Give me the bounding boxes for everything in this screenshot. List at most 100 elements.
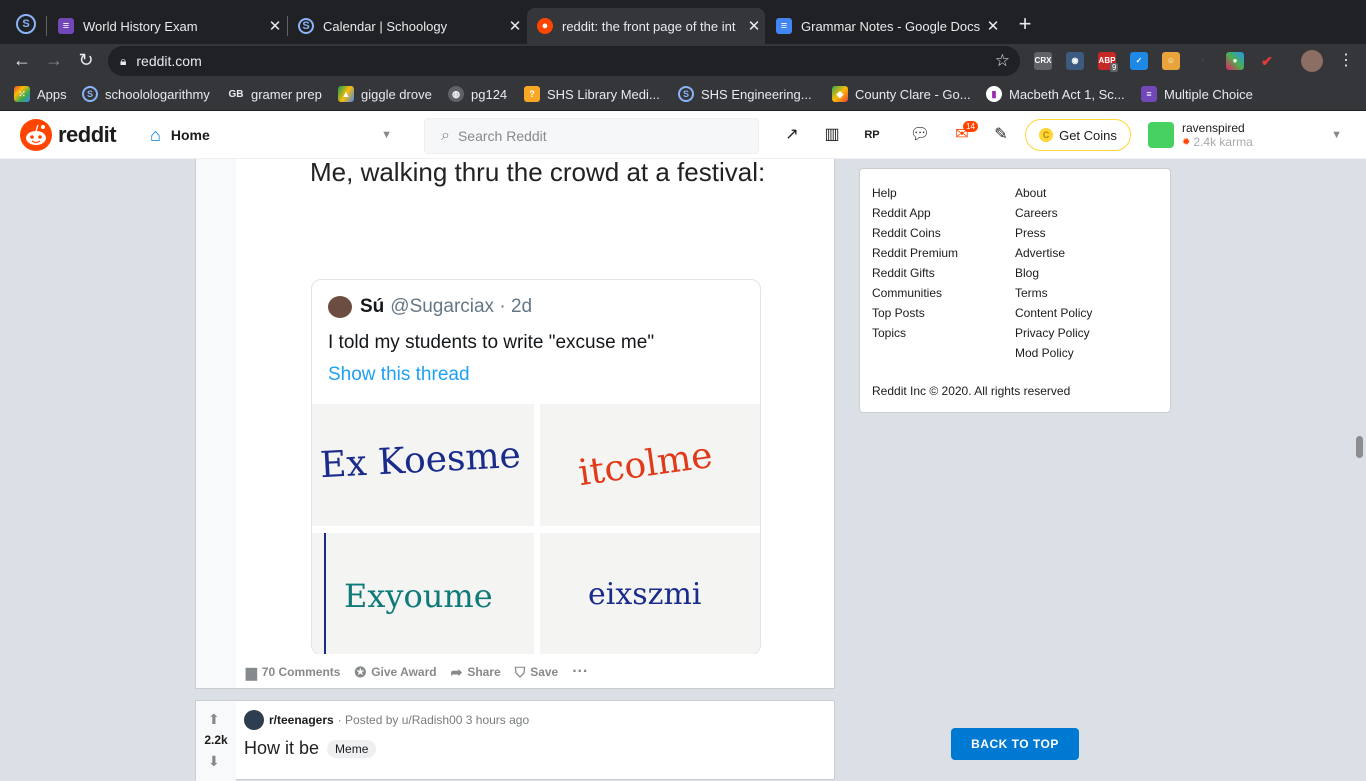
bookmark-gramer-prep[interactable]: GB gramer prep xyxy=(228,85,322,103)
link-content-policy[interactable]: Content Policy xyxy=(1015,303,1092,323)
reload-icon[interactable]: ↻ xyxy=(74,48,98,72)
post-title[interactable]: How it be xyxy=(244,738,319,759)
bookmark-label: SHS Library Medi... xyxy=(547,86,660,102)
link-press[interactable]: Press xyxy=(1015,223,1092,243)
schoology-icon: S xyxy=(82,86,98,102)
checkmark-extension-icon[interactable]: ✓ xyxy=(1130,52,1148,70)
link-top-posts[interactable]: Top Posts xyxy=(872,303,958,323)
rpan-icon[interactable]: RP xyxy=(861,124,883,146)
schoology-pinned-tab[interactable]: S xyxy=(16,14,36,34)
chevron-down-icon: ▼ xyxy=(381,129,392,141)
chat-icon[interactable]: 💬︎ xyxy=(909,124,931,146)
red-check-extension-icon[interactable]: ✔ xyxy=(1258,52,1276,70)
link-terms[interactable]: Terms xyxy=(1015,283,1092,303)
tweet-name: Sú xyxy=(360,296,385,317)
owl-extension-icon[interactable]: ◉ xyxy=(1066,52,1084,70)
bookmark-label: schoolologarithmy xyxy=(105,86,210,102)
upvote-icon[interactable]: ⬆ xyxy=(208,711,220,728)
share-label: Share xyxy=(467,665,501,679)
close-icon[interactable]: ✕ xyxy=(743,17,765,35)
new-tab-button[interactable]: + xyxy=(1014,12,1036,36)
profile-avatar[interactable] xyxy=(1301,50,1323,72)
face-extension-icon[interactable]: ☺ xyxy=(1162,52,1180,70)
more-options-icon[interactable]: ··· xyxy=(572,663,588,681)
create-post-pencil-icon[interactable]: ✎ xyxy=(990,124,1012,146)
bookmark-shs-library[interactable]: ? SHS Library Medi... xyxy=(524,85,660,103)
downvote-icon[interactable]: ⬇ xyxy=(208,753,220,770)
flair-badge[interactable]: Meme xyxy=(327,739,377,758)
reddit-logo[interactable]: reddit xyxy=(20,119,117,151)
comments-label: 70 Comments xyxy=(261,665,341,679)
link-careers[interactable]: Careers xyxy=(1015,203,1092,223)
tweet-handle: @Sugarciax · 2d xyxy=(390,296,533,317)
save-label: Save xyxy=(530,665,559,679)
link-reddit-gifts[interactable]: Reddit Gifts xyxy=(872,263,958,283)
close-icon[interactable]: ✕ xyxy=(982,17,1004,35)
bookmark-label: giggle drove xyxy=(361,86,432,102)
bookmark-giggle-drove[interactable]: ▲ giggle drove xyxy=(338,85,432,103)
search-input[interactable]: ⌕ Search Reddit xyxy=(424,118,759,154)
comments-button[interactable]: ▆ 70 Comments xyxy=(246,664,340,681)
footer-links-col2: About Careers Press Advertise Blog Terms… xyxy=(1015,183,1092,363)
subreddit-link[interactable]: r/teenagers xyxy=(269,713,334,727)
tab-reddit[interactable]: ● reddit: the front page of the int ✕ xyxy=(527,8,765,44)
link-privacy-policy[interactable]: Privacy Policy xyxy=(1015,323,1092,343)
bookmark-star-icon[interactable]: ☆ xyxy=(995,51,1010,71)
link-reddit-premium[interactable]: Reddit Premium xyxy=(872,243,958,263)
gb-icon: GB xyxy=(228,86,244,102)
link-communities[interactable]: Communities xyxy=(872,283,958,303)
post-card[interactable]: Me, walking thru the crowd at a festival… xyxy=(195,159,835,689)
close-icon[interactable]: ✕ xyxy=(504,17,526,35)
user-avatar xyxy=(1148,122,1174,148)
comment-icon: ▆ xyxy=(246,663,257,680)
handwriting-text: Exyoume xyxy=(344,577,493,615)
bookmark-shs-engineering[interactable]: S SHS Engineering... xyxy=(678,85,812,103)
crx-extension-icon[interactable]: CRX xyxy=(1034,52,1052,70)
get-coins-button[interactable]: C Get Coins xyxy=(1025,119,1131,151)
forms-icon: ≡ xyxy=(1141,86,1157,102)
give-award-button[interactable]: ✪ Give Award xyxy=(354,664,436,681)
tweet-avatar xyxy=(328,296,352,318)
link-help[interactable]: Help xyxy=(872,183,958,203)
back-arrow-icon[interactable]: ← xyxy=(10,48,34,72)
user-dropdown[interactable]: ravenspired ✹ 2.4k karma ▼ xyxy=(1146,117,1352,153)
bookmark-schoolologarithmy[interactable]: Sschoolologarithmy xyxy=(82,85,210,103)
bookmark-icon: ⛉ xyxy=(514,663,526,680)
lock-icon: 🔒︎ xyxy=(120,53,127,68)
bookmark-macbeth[interactable]: ▮ Macbeth Act 1, Sc... xyxy=(986,85,1125,103)
blank-extension-icon[interactable]: ▪ xyxy=(1194,52,1212,70)
menu-dots-icon[interactable]: ⋮ xyxy=(1338,50,1354,70)
forward-arrow-icon[interactable]: → xyxy=(42,48,66,72)
link-reddit-coins[interactable]: Reddit Coins xyxy=(872,223,958,243)
subreddit-icon[interactable] xyxy=(244,710,264,730)
trending-icon[interactable]: ↗ xyxy=(781,124,803,146)
award-icon: ✪ xyxy=(354,663,367,680)
home-dropdown[interactable]: ⌂ Home ▼ xyxy=(146,119,402,151)
tab-grammar-notes[interactable]: ≡ Grammar Notes - Google Docs ✕ xyxy=(766,8,1004,44)
tab-calendar[interactable]: S Calendar | Schoology ✕ xyxy=(288,8,526,44)
bookmark-pg124[interactable]: ◍ pg124 xyxy=(448,85,507,103)
bookmark-multiple-choice[interactable]: ≡ Multiple Choice xyxy=(1141,85,1253,103)
browser-tab-bar: S ≡ World History Exam ✕ S Calendar | Sc… xyxy=(0,0,1366,44)
link-about[interactable]: About xyxy=(1015,183,1092,203)
reddit-header: reddit ⌂ Home ▼ ⌕ Search Reddit ↗ ▥ RP 💬… xyxy=(0,111,1366,159)
post-card[interactable]: ⬆ 2.2k ⬇ r/teenagers · Posted by u/Radis… xyxy=(195,700,835,781)
tab-world-history[interactable]: ≡ World History Exam ✕ xyxy=(48,8,286,44)
tab-title: Calendar | Schoology xyxy=(323,18,448,34)
link-advertise[interactable]: Advertise xyxy=(1015,243,1092,263)
link-blog[interactable]: Blog xyxy=(1015,263,1092,283)
link-reddit-app[interactable]: Reddit App xyxy=(872,203,958,223)
link-topics[interactable]: Topics xyxy=(872,323,958,343)
color-extension-icon[interactable]: ● xyxy=(1226,52,1244,70)
close-icon[interactable]: ✕ xyxy=(264,17,286,35)
url-text: reddit.com xyxy=(136,53,202,69)
back-to-top-button[interactable]: BACK TO TOP xyxy=(951,728,1079,760)
leaderboard-icon[interactable]: ▥ xyxy=(821,124,843,146)
share-button[interactable]: ➦ Share xyxy=(451,664,501,681)
bookmark-county-clare[interactable]: ◆ County Clare - Go... xyxy=(832,85,971,103)
scrollbar-thumb[interactable] xyxy=(1356,436,1363,458)
link-mod-policy[interactable]: Mod Policy xyxy=(1015,343,1092,363)
save-button[interactable]: ⛉ Save xyxy=(515,664,559,681)
address-bar[interactable]: 🔒︎ reddit.com ☆ xyxy=(108,46,1020,76)
bookmark-apps[interactable]: ⁙ Apps xyxy=(14,85,67,103)
